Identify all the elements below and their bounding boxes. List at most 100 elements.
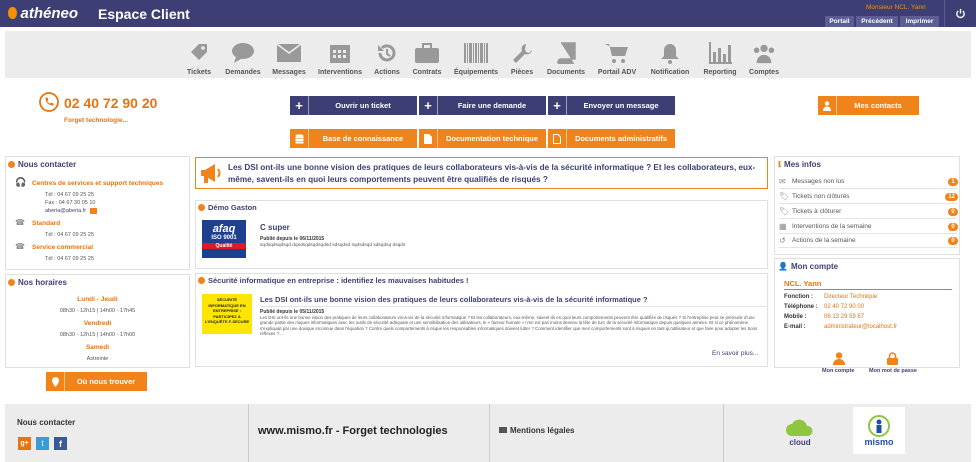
mail-icon[interactable]: [90, 208, 97, 214]
module-portail-adv[interactable]: Portail ADV: [587, 36, 647, 76]
my-account-link[interactable]: Mon compte: [822, 368, 854, 374]
history-icon: ↺: [779, 236, 786, 245]
module-label: Actions: [374, 69, 400, 76]
tab-precedent[interactable]: Précédent: [856, 16, 898, 27]
infos-title: ℹ Mes infos: [778, 160, 821, 169]
news-panel-1: [195, 200, 768, 269]
mobile-label: Mobile :: [784, 314, 807, 320]
my-password-link[interactable]: Mon mot de passe: [869, 368, 917, 374]
phone-handset-icon: ☎: [15, 218, 25, 227]
standard-title: Standard: [32, 220, 61, 227]
hours-time-3: Astreinte: [86, 356, 109, 362]
email-label: E-mail :: [784, 324, 806, 330]
account-panel: [774, 258, 960, 368]
stat-row-tickets-to-close[interactable]: 🏷 Tickets à clôturer 0: [779, 205, 958, 219]
footer-site-link[interactable]: www.mismo.fr - Forget technologies: [258, 425, 448, 437]
standard-tel: Tél : 04 67 09 25 25: [45, 232, 94, 238]
document-icon: [499, 427, 507, 433]
module-label: Portail ADV: [597, 69, 637, 76]
news-title-1[interactable]: C super: [260, 223, 290, 232]
lock-icon[interactable]: [887, 352, 898, 367]
user-account-icon[interactable]: [833, 352, 845, 367]
knowledge-base-button[interactable]: Base de connaissance: [290, 129, 417, 148]
account-divider: [784, 289, 952, 290]
megaphone-icon: [199, 162, 223, 186]
footer: [5, 404, 971, 462]
legal-link[interactable]: Mentions légales: [510, 426, 574, 435]
module-label: Contrats: [412, 69, 442, 76]
tab-portail[interactable]: Portail: [825, 16, 854, 27]
function-label: Fonction :: [784, 294, 813, 300]
news-divider: [260, 306, 768, 307]
footer-divider: [723, 404, 724, 462]
count-badge: 0: [948, 207, 958, 216]
fsecure-logo: SÉCURITÉ INFORMATIQUE EN ENTREPRISE : PA…: [202, 294, 252, 334]
barcode-icon: [464, 41, 488, 65]
module-label: Comptes: [749, 69, 779, 76]
commercial-tel: Tél : 04 67 09 25 25: [45, 256, 94, 262]
twitter-icon[interactable]: t: [36, 437, 49, 450]
tech-doc-button[interactable]: Documentation technique: [419, 129, 546, 148]
send-message-button[interactable]: + Envoyer un message: [548, 96, 675, 115]
chat-icon: [231, 41, 255, 65]
news-title-2[interactable]: Les DSI ont-ils une bonne vision des pra…: [260, 295, 648, 304]
bell-icon: [658, 41, 682, 65]
ticket-icon: 🏷: [779, 192, 790, 201]
news-date-1: Publié depuis le 06/11/2015: [260, 236, 325, 242]
news-section-2: Sécurité informatique en entreprise : id…: [198, 276, 469, 285]
afaq-logo: afaq ISO 9001 Qualité: [202, 220, 246, 258]
cart-icon: [605, 41, 629, 65]
bar-chart-icon: [708, 41, 732, 65]
phone-icon: [39, 92, 59, 114]
hours-days-3: Samedi: [85, 344, 110, 351]
user-name[interactable]: Monsieur NCL. Yann: [866, 4, 926, 11]
briefcase-icon: [415, 41, 439, 65]
count-badge: 1: [948, 177, 958, 186]
commercial-title: Service commercial: [32, 244, 94, 251]
hours-title: Nos horaires: [8, 278, 67, 287]
centre-title: Centres de services et support technique…: [32, 180, 164, 187]
admin-docs-button[interactable]: Documents administratifs: [548, 129, 675, 148]
stat-row-actions[interactable]: ↺ Actions de la semaine 0: [779, 234, 958, 248]
find-us-button[interactable]: Où nous trouver: [46, 372, 147, 391]
users-icon: [752, 41, 776, 65]
footer-contact-title: Nous contacter: [17, 418, 76, 427]
calendar-icon: [328, 41, 352, 65]
person-icon: [818, 96, 837, 115]
wrench-icon: [510, 41, 534, 65]
open-ticket-button[interactable]: + Ouvrir un ticket: [290, 96, 417, 115]
company-name: Forget technologie...: [64, 117, 128, 124]
plus-icon: +: [548, 96, 567, 115]
banner-text: Les DSI ont-ils une bonne vision des pra…: [228, 163, 756, 184]
footer-divider: [489, 404, 490, 462]
file-outline-icon: [548, 129, 567, 148]
phone-label: Téléphone :: [784, 304, 818, 310]
centre-fax: Fax : 04 67 30 05 10: [45, 200, 96, 206]
calendar-icon: ▦: [779, 222, 787, 231]
bullet-icon: [198, 204, 205, 211]
power-icon[interactable]: [944, 0, 976, 27]
centre-email[interactable]: aberia@aberia.fr: [45, 208, 86, 214]
phone-number: 02 40 72 90 20: [64, 95, 158, 111]
module-label: Pièces: [510, 69, 534, 76]
page-title: Espace Client: [98, 6, 190, 22]
tab-imprimer[interactable]: Imprimer: [900, 16, 939, 27]
contact-panel: [5, 156, 190, 270]
facebook-icon[interactable]: f: [54, 437, 67, 450]
my-contacts-button[interactable]: Mes contacts: [818, 96, 919, 115]
phone-value: 02 40 72 90 00: [824, 304, 865, 310]
athemeo-logo[interactable]: athéneo: [8, 4, 78, 22]
hours-days-2: Vendredi: [83, 320, 112, 327]
news-section-1: Démo Gaston: [198, 203, 257, 212]
stat-row-messages[interactable]: ✉ Messages non lus 1: [779, 175, 958, 189]
google-plus-icon[interactable]: g+: [18, 437, 31, 450]
stat-row-open-tickets[interactable]: 🏷 Tickets non clôturés 12: [779, 190, 958, 204]
account-name: NCL. Yann: [784, 279, 822, 288]
stat-row-interventions[interactable]: ▦ Interventions de la semaine 0: [779, 220, 958, 234]
make-request-button[interactable]: + Faire une demande: [419, 96, 546, 115]
read-more-link[interactable]: En savoir plus...: [712, 350, 758, 357]
email-value: administrateur@localhost.fr: [824, 324, 898, 330]
module-comptes[interactable]: Comptes: [734, 36, 794, 76]
support-phone: 02 40 72 90 20: [39, 92, 159, 114]
envelope-icon: [277, 41, 301, 65]
